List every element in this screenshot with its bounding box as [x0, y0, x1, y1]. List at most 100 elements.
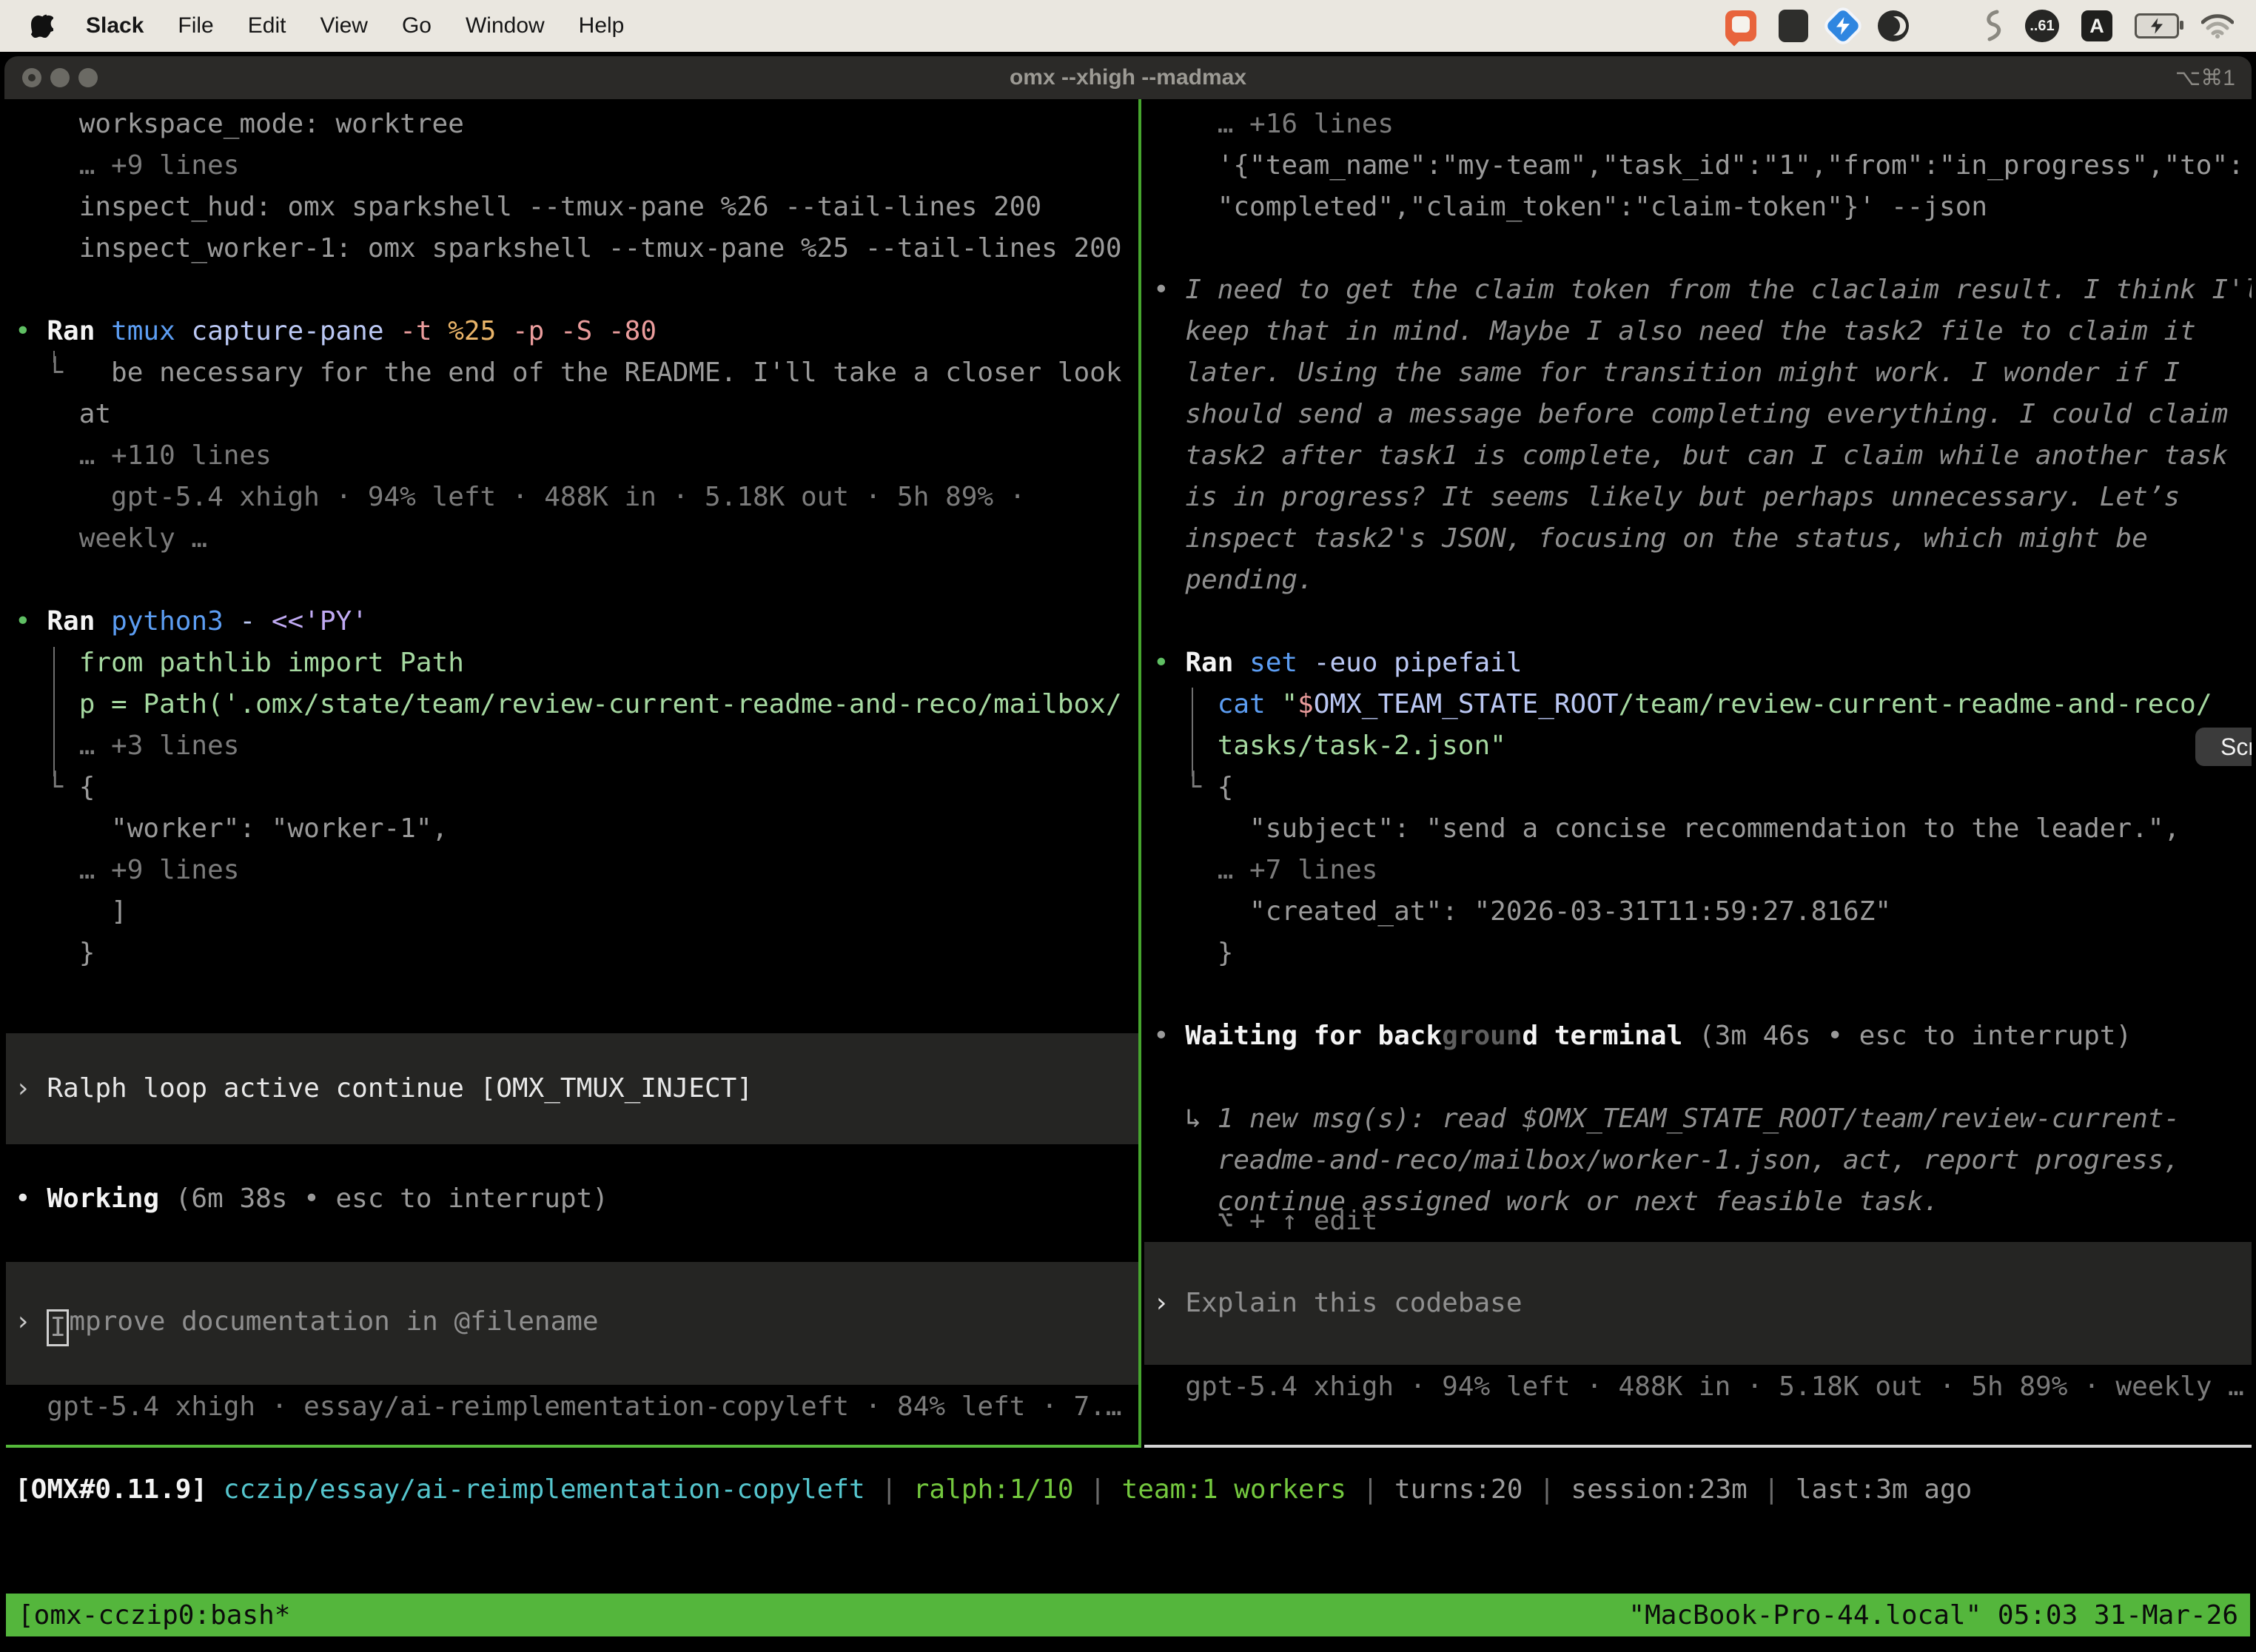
keyboard-icon[interactable] — [1779, 10, 1808, 42]
text-segment: - — [239, 606, 271, 637]
text-segment: | — [1074, 1474, 1122, 1505]
terminal-line: • Waiting for background terminal (3m 46… — [1153, 1015, 2252, 1057]
text-segment: I need to get the claim token from the c… — [1185, 275, 2252, 305]
left-prompt-input[interactable]: › Improve documentation in @filename — [6, 1262, 1138, 1385]
crescent-icon[interactable] — [1878, 10, 1909, 41]
text-segment: ↳ — [1153, 1104, 1218, 1134]
text-segment: ] — [15, 896, 127, 927]
code-block-connector-line — [1192, 688, 1193, 776]
terminal-line: workspace_mode: worktree — [15, 104, 1138, 145]
screen-tooltip: Scre — [2195, 728, 2252, 766]
terminal-line: ↳ 1 new msg(s): read $OMX_TEAM_STATE_ROO… — [1153, 1098, 2252, 1140]
text-segment: … +3 lines — [15, 731, 239, 761]
text-cursor: I — [47, 1309, 69, 1346]
terminal-line: • Ran tmux capture-pane -t %25 -p -S -80 — [15, 311, 1138, 352]
battery-charging-icon[interactable] — [2135, 13, 2179, 38]
window-title: omx --xhigh --madmax — [4, 56, 2252, 99]
working-status-line: • Working (6m 38s • esc to interrupt) — [15, 1178, 1138, 1220]
s-curve-icon[interactable] — [1982, 10, 2003, 42]
menu-item-go[interactable]: Go — [402, 13, 432, 38]
window-titlebar[interactable]: omx --xhigh --madmax ⌥⌘1 — [4, 56, 2252, 99]
text-segment: " — [1281, 689, 1297, 719]
terminal-line: "created_at": "2026-03-31T11:59:27.816Z" — [1153, 891, 2252, 933]
right-prompt-input[interactable]: › Explain this codebase — [1144, 1242, 2252, 1365]
right-model-status-line: gpt-5.4 xhigh · 94% left · 488K in · 5.1… — [1153, 1366, 2252, 1408]
text-segment: task2 after task1 is complete, but can I… — [1153, 440, 2228, 471]
ralph-loop-banner: › Ralph loop active continue [OMX_TMUX_I… — [6, 1033, 1138, 1144]
input-source-icon[interactable]: A — [2081, 10, 2112, 41]
input-placeholder: mprove documentation in @filename — [69, 1306, 598, 1337]
left-terminal-pane[interactable]: workspace_mode: worktree … +9 lines insp… — [6, 99, 1141, 1448]
text-segment: ⌥ + ↑ edit — [1153, 1206, 1377, 1236]
text-segment: … +9 lines — [15, 855, 239, 885]
tmux-host-clock-label: "MacBook-Pro-44.local" 05:03 31-Mar-26 — [1628, 1600, 2238, 1631]
screen: { "menubar": { "app_name": "Slack", "men… — [0, 0, 2256, 1652]
terminal-line: pending. — [1153, 560, 2252, 601]
terminal-line: readme-and-reco/mailbox/worker-1.json, a… — [1153, 1140, 2252, 1181]
terminal-line: "worker": "worker-1", — [15, 808, 1138, 850]
text-segment: "subject": "send a concise recommendatio… — [1153, 813, 2180, 844]
text-segment: └ — [15, 772, 79, 802]
text-segment: • — [1153, 648, 1185, 678]
apple-icon[interactable] — [31, 12, 55, 40]
text-segment: Waiting for back — [1185, 1021, 1442, 1051]
text-segment: is in progress? It seems likely but perh… — [1153, 482, 2180, 512]
notification-badge[interactable]: ..61 — [2025, 10, 2059, 42]
text-segment: '{"team_name":"my-team","task_id":"1","f… — [1153, 150, 2244, 181]
right-terminal-pane[interactable]: … +16 lines '{"team_name":"my-team","tas… — [1144, 99, 2252, 1448]
terminal-line — [1153, 228, 2252, 269]
text-segment: • — [15, 606, 47, 637]
text-segment: inspect_worker-1: omx sparkshell --tmux-… — [15, 233, 1122, 263]
lightning-icon[interactable] — [1830, 13, 1856, 38]
tooltip-text: Scre — [2220, 733, 2252, 761]
text-segment: [OMX#0.11.9] — [15, 1474, 224, 1505]
text-segment: • — [1153, 275, 1185, 305]
menu-item-window[interactable]: Window — [466, 13, 545, 38]
text-segment: -80 — [608, 316, 657, 346]
terminal-line: ] — [15, 891, 1138, 933]
menu-item-edit[interactable]: Edit — [248, 13, 286, 38]
text-segment: | — [1523, 1474, 1571, 1505]
window-shortcut-badge: ⌥⌘1 — [2175, 56, 2235, 99]
terminal-line: … +9 lines — [15, 145, 1138, 187]
menu-item-file[interactable]: File — [178, 13, 213, 38]
dots-grid-icon[interactable] — [1931, 12, 1960, 41]
text-segment: OMX_TEAM_STATE_ROOT — [1314, 689, 1619, 719]
text-segment: } — [1153, 938, 1233, 968]
menu-status-icons: ..61 A — [1725, 0, 2234, 52]
text-segment: later. Using the same for transition mig… — [1153, 357, 2180, 388]
menu-item-view[interactable]: View — [320, 13, 367, 38]
text-segment: -euo pipefail — [1314, 648, 1523, 678]
terminal-line: └ be necessary for the end of the README… — [15, 352, 1138, 394]
text-segment: pending. — [1153, 565, 1314, 595]
terminal-line: later. Using the same for transition mig… — [1153, 352, 2252, 394]
text-segment: Ran — [47, 606, 111, 637]
terminal-line: … +7 lines — [1153, 850, 2252, 891]
text-segment: inspect task2's JSON, focusing on the st… — [1153, 523, 2148, 554]
text-segment: capture-pane — [191, 316, 400, 346]
text-segment: cat — [1153, 689, 1281, 719]
menu-app-name[interactable]: Slack — [86, 13, 144, 38]
terminal-line: inspect_worker-1: omx sparkshell --tmux-… — [15, 228, 1138, 269]
text-segment: groun — [1442, 1021, 1522, 1051]
text-segment: %25 — [448, 316, 512, 346]
text-segment: • — [15, 316, 47, 346]
text-segment: turns:20 — [1394, 1474, 1523, 1505]
text-segment: -S — [560, 316, 608, 346]
text-segment: cczip/essay/ai-reimplementation-copyleft — [224, 1474, 865, 1505]
wifi-icon[interactable] — [2201, 13, 2234, 38]
chat-app-icon[interactable] — [1725, 10, 1756, 41]
text-segment: └ — [15, 357, 111, 388]
text-segment: └ — [1153, 772, 1218, 802]
text-segment: /team/review-current-readme-and-reco/ — [1619, 689, 2212, 719]
text-segment: gpt-5.4 xhigh · 94% left · 488K in · 5.1… — [15, 482, 1025, 512]
text-segment: • — [15, 1183, 47, 1214]
menu-item-help[interactable]: Help — [579, 13, 625, 38]
terminal-line: } — [1153, 933, 2252, 974]
text-segment: (6m 38s • esc to interrupt) — [159, 1183, 608, 1214]
text-segment: tmux — [111, 316, 191, 346]
ralph-loop-text: › Ralph loop active continue [OMX_TMUX_I… — [15, 1068, 753, 1109]
terminal-line: … +9 lines — [15, 850, 1138, 891]
terminal-window: omx --xhigh --madmax ⌥⌘1 workspace_mode:… — [4, 56, 2252, 1652]
terminal-line: … +16 lines — [1153, 104, 2252, 145]
